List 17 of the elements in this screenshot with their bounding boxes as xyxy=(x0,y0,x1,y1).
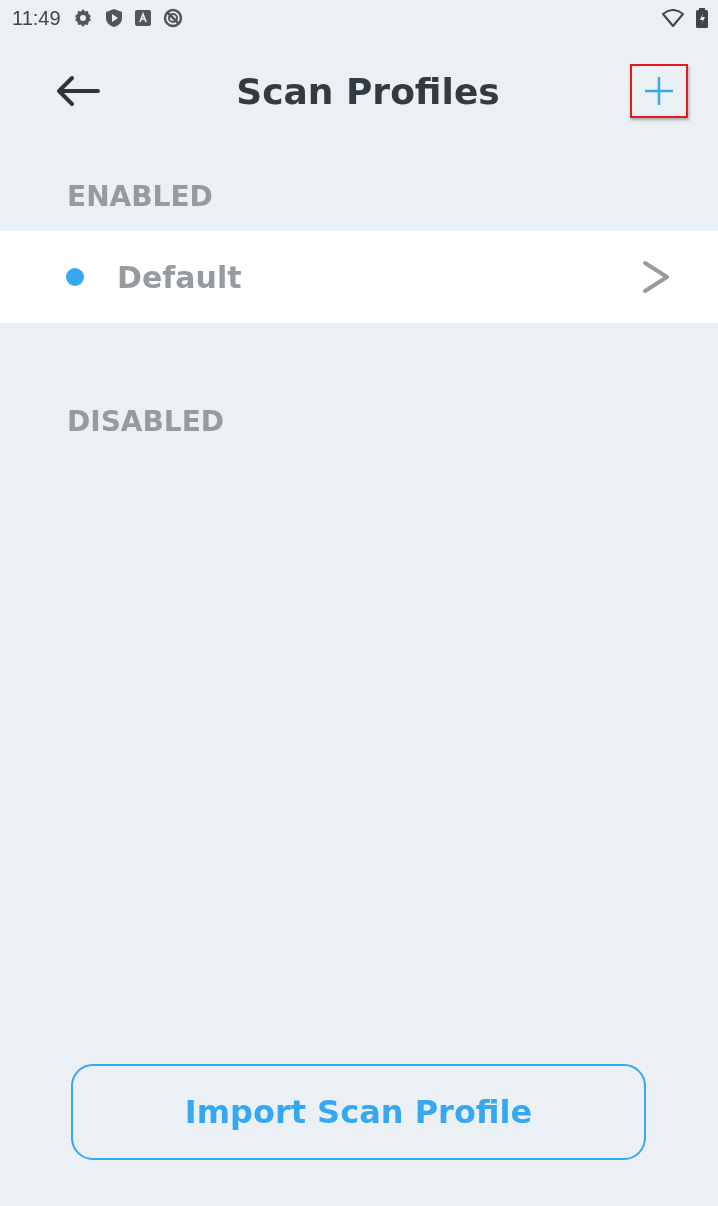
gear-icon xyxy=(72,8,93,28)
section-header: DISABLED xyxy=(66,404,226,440)
status-time: 11:49 xyxy=(12,6,61,30)
chevron-right-icon xyxy=(642,260,670,294)
wifi-icon xyxy=(662,9,684,27)
page-title: Scan Profiles xyxy=(235,70,501,112)
keyboard-icon xyxy=(134,10,151,26)
shield-play-icon xyxy=(104,8,123,28)
battery-icon xyxy=(696,8,708,28)
plus-icon xyxy=(643,75,675,107)
profile-row[interactable]: Default xyxy=(0,231,718,323)
back-arrow-icon xyxy=(54,75,102,107)
add-button[interactable] xyxy=(630,64,688,118)
blocked-circle-icon xyxy=(162,8,183,28)
section-header: ENABLED xyxy=(66,179,214,215)
import-button[interactable]: Import Scan Profile xyxy=(71,1064,646,1160)
profile-name: Default xyxy=(117,259,243,295)
